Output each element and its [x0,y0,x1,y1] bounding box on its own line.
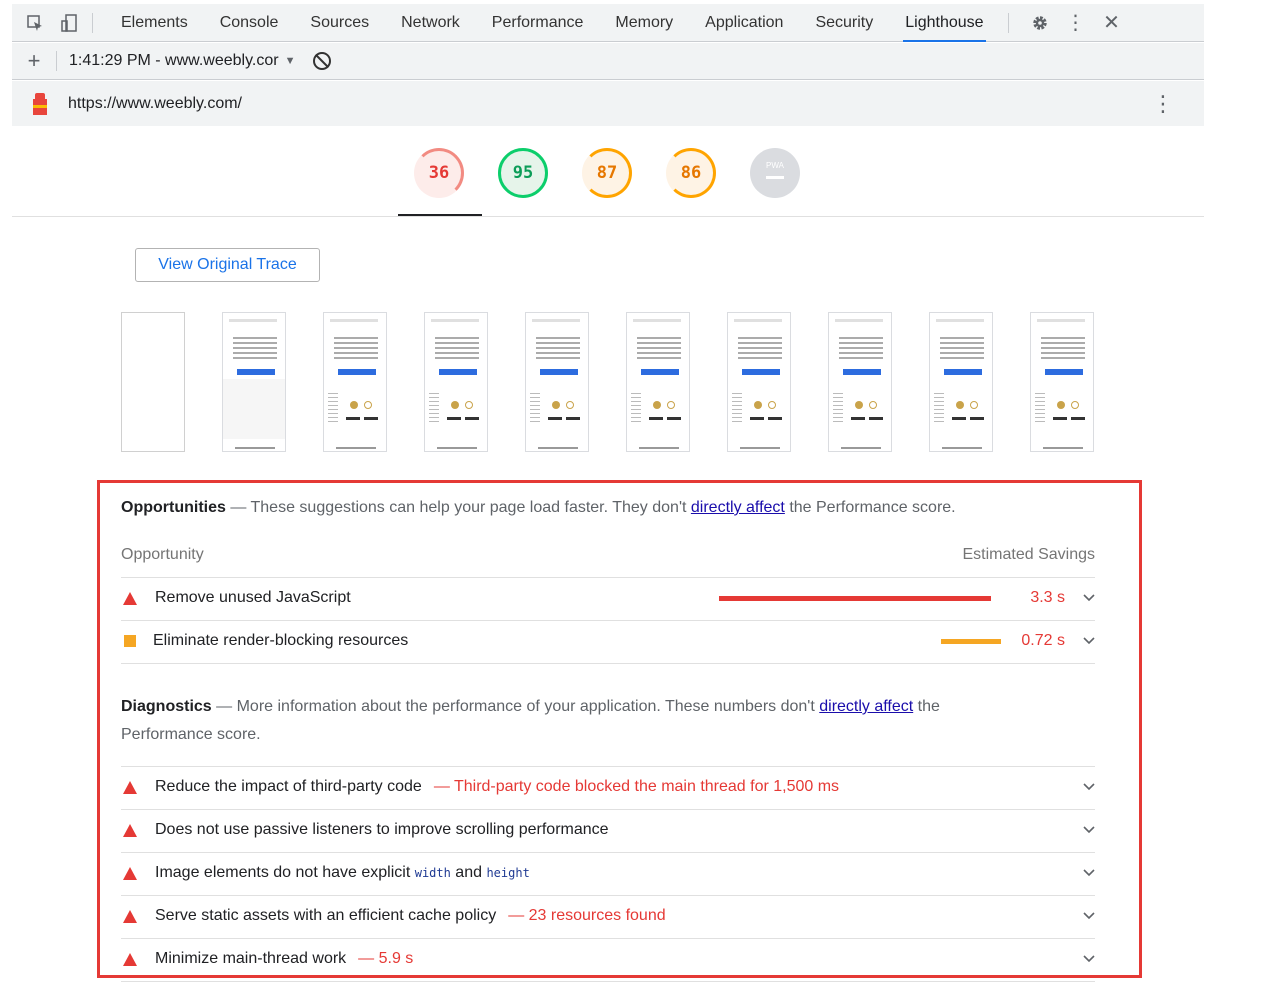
report-menu-icon[interactable]: ⋮ [1152,92,1174,115]
pwa-dash-icon [766,176,784,179]
filmstrip-frame [828,312,892,452]
accessibility-score-gauge[interactable]: 95 [498,148,548,198]
pwa-label: PWA [766,161,784,170]
gear-icon[interactable] [1029,12,1051,34]
filmstrip-frame [121,312,185,452]
lighthouse-logo-icon [32,92,48,115]
row-divider [121,981,1095,982]
inspect-element-icon[interactable] [24,12,46,34]
tab-application[interactable]: Application [689,4,799,42]
more-options-icon[interactable]: ⋮ [1065,12,1087,34]
filmstrip-frame [929,312,993,452]
report-url[interactable]: https://www.weebly.com/ [68,95,242,113]
filmstrip-frame [626,312,690,452]
toolbar-divider [92,12,93,33]
devtools-tab-bar: Elements Console Sources Network Perform… [12,4,1204,42]
device-toolbar-icon[interactable] [58,12,80,34]
filmstrip-frame [1030,312,1094,452]
filmstrip-frame [727,312,791,452]
filmstrip-frame [323,312,387,452]
tab-console[interactable]: Console [204,4,295,42]
tab-memory[interactable]: Memory [599,4,689,42]
caret-down-icon: ▼ [284,55,296,67]
tab-performance[interactable]: Performance [476,4,600,42]
pwa-score-gauge[interactable]: PWA [750,148,800,198]
tab-elements[interactable]: Elements [105,4,204,42]
report-url-bar: https://www.weebly.com/ ⋮ [12,81,1204,126]
gauge-divider [12,216,1204,217]
performance-score-gauge[interactable]: 36 [414,148,464,198]
clear-all-icon[interactable] [313,52,332,70]
best-practices-score-gauge[interactable]: 87 [582,148,632,198]
seo-score-gauge[interactable]: 86 [666,148,716,198]
report-select-label: 1:41:29 PM - www.weebly.cor [69,52,279,69]
tab-sources[interactable]: Sources [294,4,385,42]
highlight-box [97,480,1142,978]
view-original-trace-button[interactable]: View Original Trace [135,248,320,282]
toolbar-divider [1007,12,1009,33]
tab-lighthouse[interactable]: Lighthouse [889,4,999,42]
close-icon[interactable]: ✕ [1101,12,1123,34]
tab-security[interactable]: Security [799,4,889,42]
new-report-button[interactable]: + [12,48,56,74]
tab-network[interactable]: Network [385,4,476,42]
report-select[interactable]: 1:41:29 PM - www.weebly.cor ▼ [69,52,295,70]
score-gauges: 36 95 87 86 PWA [414,148,800,198]
report-bar-divider [56,51,57,71]
filmstrip-frame [525,312,589,452]
filmstrip-frame [222,312,286,452]
filmstrip [121,312,1094,452]
report-bar: + 1:41:29 PM - www.weebly.cor ▼ [12,43,1204,80]
filmstrip-frame [424,312,488,452]
